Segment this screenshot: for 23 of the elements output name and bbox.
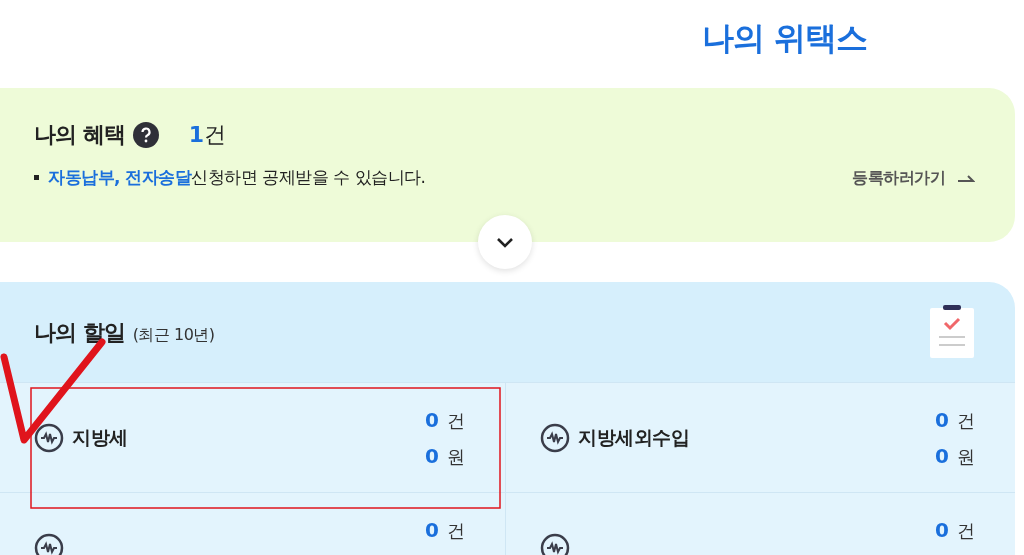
clipboard-icon xyxy=(929,305,975,359)
register-link[interactable]: 등록하러가기 xyxy=(852,165,975,190)
case-count: 0 건 xyxy=(935,517,975,544)
page-title: 나의 위택스 xyxy=(701,18,867,59)
help-icon[interactable] xyxy=(132,121,159,148)
amount: 0 원 xyxy=(425,443,465,470)
task-item[interactable]: 지방세 0 건 0 원 xyxy=(0,382,505,492)
task-item[interactable]: 0 건 xyxy=(0,492,505,555)
task-item[interactable]: 0 건 xyxy=(505,492,1015,555)
card-title: 나의 할일 xyxy=(34,318,125,347)
amount: 0 원 xyxy=(935,443,975,470)
bullet-icon xyxy=(34,175,39,181)
case-count: 0 건 xyxy=(425,517,465,544)
card-title: 나의 혜택 xyxy=(34,121,125,149)
case-count: 0 건 xyxy=(425,407,465,434)
task-item[interactable]: 지방세외수입 0 건 0 원 xyxy=(505,382,1015,492)
case-count: 0 건 xyxy=(935,407,975,434)
card-subtitle: (최근 10년) xyxy=(132,323,215,346)
task-name: 지방세 xyxy=(72,425,128,451)
benefit-count: 1건 xyxy=(188,121,226,149)
notice-text: 자동납부, 전자송달신청하면 공제받을 수 있습니다. xyxy=(48,166,426,189)
chevron-down-icon xyxy=(496,236,514,248)
task-name: 지방세외수입 xyxy=(578,425,689,451)
